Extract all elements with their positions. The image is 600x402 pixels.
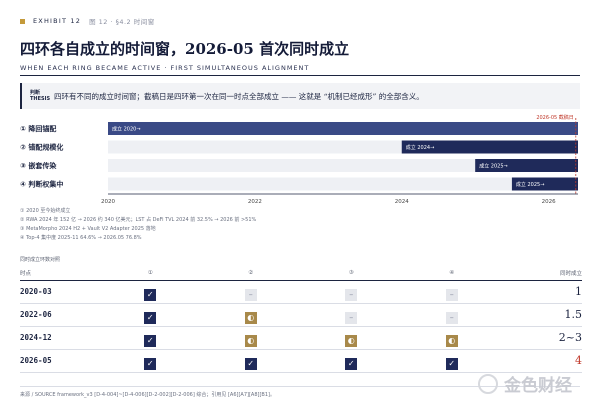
bar-track	[108, 177, 578, 191]
col-count: 同时成立	[502, 266, 582, 281]
half-circle-icon: ◐	[445, 335, 458, 347]
ring-cell: ✓	[401, 349, 502, 373]
note: ④ Top-4 集中度 2025-11 64.6% → 2026.05 76.8…	[20, 235, 142, 241]
ring-label: ① 降回锚配	[20, 124, 56, 133]
watermark: 金色财经	[478, 371, 572, 396]
chart-notes: ① 2020 至今始终成立 ② RWA 2024 年 152 亿 → 2026 …	[20, 207, 256, 243]
col-ring-3: ③	[301, 266, 402, 281]
ring-cell: ◐	[200, 326, 301, 350]
dash-icon: –	[345, 289, 358, 301]
col-ring-4: ④	[401, 266, 502, 281]
ring-cell: –	[301, 303, 402, 327]
ring-cell: ◐	[301, 326, 402, 350]
x-tick-label: 2024	[395, 199, 409, 205]
ring-cell: ◐	[200, 303, 301, 327]
ring-cell: –	[401, 280, 502, 304]
col-date: 时点	[20, 266, 100, 281]
x-tick-label: 2022	[248, 199, 262, 205]
ring-label: ③ 嵌套传染	[20, 161, 57, 170]
row-date: 2026-05	[20, 349, 100, 373]
ring-label: ④ 判断权集中	[20, 180, 63, 189]
bar	[108, 122, 578, 135]
check-icon: ✓	[345, 358, 358, 370]
ring-cell: –	[401, 303, 502, 327]
row-date: 2024-12	[20, 326, 100, 350]
row-count: 4	[502, 349, 582, 373]
half-circle-icon: ◐	[244, 335, 257, 347]
ring-cell: ✓	[100, 303, 201, 327]
ring-cell: ✓	[100, 326, 201, 350]
ring-cell: ✓	[301, 349, 402, 373]
watermark-text: 金色财经	[504, 376, 572, 396]
check-icon: ✓	[244, 358, 257, 370]
row-count: 2~3	[502, 326, 582, 350]
ring-cell: ◐	[401, 326, 502, 350]
ring-cell: ✓	[100, 349, 201, 373]
table-caption: 同时成立环数对照	[20, 257, 61, 263]
half-circle-icon: ◐	[244, 312, 257, 324]
table-row: 2024-12 ✓ ◐ ◐ ◐ 2~3	[20, 326, 582, 350]
bar-label: 成立 2024→	[406, 144, 435, 151]
table-row: 2022-06 ✓ ◐ – – 1.5	[20, 303, 582, 327]
check-icon: ✓	[445, 358, 458, 370]
deadline-label: 2026-05 截稿日	[536, 114, 573, 121]
table-row: 2026-05 ✓ ✓ ✓ ✓ 4	[20, 349, 582, 373]
check-icon: ✓	[144, 289, 157, 301]
ring-label: ② 错配规模化	[20, 143, 63, 152]
note: ② RWA 2024 年 152 亿 → 2026 约 340 亿美元；LST …	[20, 217, 257, 223]
x-tick-label: 2020	[101, 199, 115, 205]
ring-cell: –	[200, 280, 301, 304]
col-ring-2: ②	[200, 266, 301, 281]
row-count: 1	[502, 280, 582, 304]
dash-icon: –	[244, 289, 257, 301]
table-row: 2020-03 ✓ – – – 1	[20, 280, 582, 304]
row-date: 2022-06	[20, 303, 100, 327]
ring-cell: ✓	[100, 280, 201, 304]
ring-table: 时点 ① ② ③ ④ 同时成立 2020-03 ✓ – – – 1 2022-06 ✓ ◐ – – 1…	[20, 266, 582, 373]
dash-icon: –	[445, 289, 458, 301]
dash-icon: –	[345, 312, 358, 324]
watermark-logo-icon	[478, 373, 498, 394]
note: ③ MetaMorpho 2024 H2 + Vault V2 Adapter …	[20, 226, 156, 232]
bar-label: 成立 2025→	[516, 181, 545, 188]
half-circle-icon: ◐	[345, 335, 358, 347]
check-icon: ✓	[144, 335, 157, 347]
bar-label: 成立 2025→	[479, 163, 508, 170]
row-date: 2020-03	[20, 280, 100, 304]
row-count: 1.5	[502, 303, 582, 327]
check-icon: ✓	[144, 358, 157, 370]
bar-label: 成立 2020→	[112, 126, 141, 133]
dash-icon: –	[445, 312, 458, 324]
x-tick-label: 2026	[542, 199, 556, 205]
ring-cell: –	[301, 280, 402, 304]
timeline-chart: ① 降回锚配 成立 2020→② 错配规模化 成立 2024→③ 嵌套传染 成立 20…	[20, 114, 578, 205]
col-ring-1: ①	[100, 266, 201, 281]
check-icon: ✓	[144, 312, 157, 324]
table-header-row: 时点 ① ② ③ ④ 同时成立	[20, 266, 582, 281]
note: ① 2020 至今始终成立	[20, 208, 71, 214]
ring-cell: ✓	[200, 349, 301, 373]
